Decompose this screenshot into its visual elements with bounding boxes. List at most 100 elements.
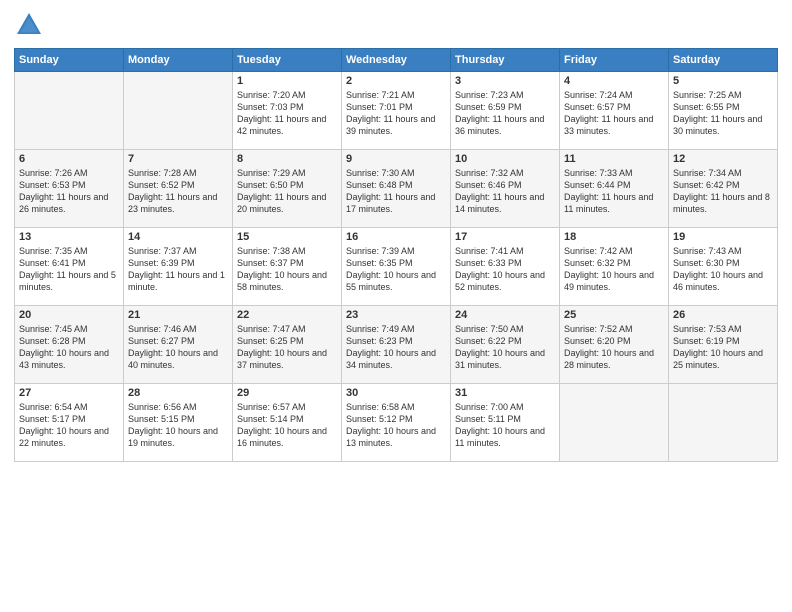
day-number: 18 (564, 231, 664, 243)
day-cell: 4 Sunrise: 7:24 AMSunset: 6:57 PMDaylight… (560, 72, 669, 150)
day-cell: 1 Sunrise: 7:20 AMSunset: 7:03 PMDaylight… (233, 72, 342, 150)
day-cell: 18Sunrise: 7:42 AMSunset: 6:32 PMDayligh… (560, 228, 669, 306)
week-row-2: 6 Sunrise: 7:26 AMSunset: 6:53 PMDaylight… (15, 150, 778, 228)
day-cell: 6 Sunrise: 7:26 AMSunset: 6:53 PMDaylight… (15, 150, 124, 228)
day-cell: 29Sunrise: 6:57 AMSunset: 5:14 PMDayligh… (233, 384, 342, 462)
logo (14, 10, 48, 40)
day-number: 20 (19, 309, 119, 321)
logo-icon (14, 10, 44, 40)
day-number: 5 (673, 75, 773, 87)
day-info: Sunrise: 7:37 AMSunset: 6:39 PMDaylight:… (128, 245, 228, 294)
day-number: 2 (346, 75, 446, 87)
day-number: 31 (455, 387, 555, 399)
day-cell: 22 Sunrise: 7:47 AMSunset: 6:25 PMDayligh… (233, 306, 342, 384)
day-number: 10 (455, 153, 555, 165)
day-info: Sunrise: 7:00 AMSunset: 5:11 PMDaylight:… (455, 401, 555, 450)
day-cell: 24Sunrise: 7:50 AMSunset: 6:22 PMDayligh… (451, 306, 560, 384)
day-info: Sunrise: 6:58 AMSunset: 5:12 PMDaylight:… (346, 401, 446, 450)
day-info: Sunrise: 7:30 AMSunset: 6:48 PMDaylight:… (346, 167, 446, 216)
day-number: 23 (346, 309, 446, 321)
day-cell: 3Sunrise: 7:23 AMSunset: 6:59 PMDaylight… (451, 72, 560, 150)
day-number: 11 (564, 153, 664, 165)
day-cell: 20 Sunrise: 7:45 AMSunset: 6:28 PMDayligh… (15, 306, 124, 384)
header (14, 10, 778, 40)
day-cell (669, 384, 778, 462)
col-header-sunday: Sunday (15, 49, 124, 72)
day-number: 14 (128, 231, 228, 243)
day-cell: 17 Sunrise: 7:41 AMSunset: 6:33 PMDayligh… (451, 228, 560, 306)
day-cell: 14 Sunrise: 7:37 AMSunset: 6:39 PMDayligh… (124, 228, 233, 306)
day-number: 28 (128, 387, 228, 399)
day-info: Sunrise: 7:32 AMSunset: 6:46 PMDaylight:… (455, 167, 555, 216)
day-cell: 12 Sunrise: 7:34 AMSunset: 6:42 PMDayligh… (669, 150, 778, 228)
day-number: 27 (19, 387, 119, 399)
day-cell: 10 Sunrise: 7:32 AMSunset: 6:46 PMDayligh… (451, 150, 560, 228)
day-info: Sunrise: 7:53 AMSunset: 6:19 PMDaylight:… (673, 323, 773, 372)
day-info: Sunrise: 7:43 AMSunset: 6:30 PMDaylight:… (673, 245, 773, 294)
day-cell (124, 72, 233, 150)
day-number: 13 (19, 231, 119, 243)
day-number: 7 (128, 153, 228, 165)
day-info: Sunrise: 6:54 AMSunset: 5:17 PMDaylight:… (19, 401, 119, 450)
week-row-5: 27 Sunrise: 6:54 AMSunset: 5:17 PMDayligh… (15, 384, 778, 462)
day-cell (15, 72, 124, 150)
col-header-saturday: Saturday (669, 49, 778, 72)
day-info: Sunrise: 6:56 AMSunset: 5:15 PMDaylight:… (128, 401, 228, 450)
day-number: 3 (455, 75, 555, 87)
day-cell: 26 Sunrise: 7:53 AMSunset: 6:19 PMDayligh… (669, 306, 778, 384)
day-info: Sunrise: 7:39 AMSunset: 6:35 PMDaylight:… (346, 245, 446, 294)
day-cell: 16Sunrise: 7:39 AMSunset: 6:35 PMDayligh… (342, 228, 451, 306)
day-info: Sunrise: 7:33 AMSunset: 6:44 PMDaylight:… (564, 167, 664, 216)
day-number: 30 (346, 387, 446, 399)
day-cell: 7 Sunrise: 7:28 AMSunset: 6:52 PMDaylight… (124, 150, 233, 228)
day-info: Sunrise: 7:49 AMSunset: 6:23 PMDaylight:… (346, 323, 446, 372)
day-info: Sunrise: 7:46 AMSunset: 6:27 PMDaylight:… (128, 323, 228, 372)
day-number: 12 (673, 153, 773, 165)
col-header-thursday: Thursday (451, 49, 560, 72)
day-number: 22 (237, 309, 337, 321)
day-number: 9 (346, 153, 446, 165)
header-row: SundayMondayTuesdayWednesdayThursdayFrid… (15, 49, 778, 72)
day-info: Sunrise: 7:21 AMSunset: 7:01 PMDaylight:… (346, 89, 446, 138)
page: SundayMondayTuesdayWednesdayThursdayFrid… (0, 0, 792, 612)
day-number: 26 (673, 309, 773, 321)
day-number: 21 (128, 309, 228, 321)
day-cell: 30 Sunrise: 6:58 AMSunset: 5:12 PMDayligh… (342, 384, 451, 462)
day-number: 17 (455, 231, 555, 243)
day-info: Sunrise: 7:25 AMSunset: 6:55 PMDaylight:… (673, 89, 773, 138)
day-info: Sunrise: 7:52 AMSunset: 6:20 PMDaylight:… (564, 323, 664, 372)
day-cell: 8Sunrise: 7:29 AMSunset: 6:50 PMDaylight… (233, 150, 342, 228)
day-info: Sunrise: 7:38 AMSunset: 6:37 PMDaylight:… (237, 245, 337, 294)
calendar-table: SundayMondayTuesdayWednesdayThursdayFrid… (14, 48, 778, 462)
day-number: 8 (237, 153, 337, 165)
day-info: Sunrise: 7:26 AMSunset: 6:53 PMDaylight:… (19, 167, 119, 216)
day-info: Sunrise: 7:47 AMSunset: 6:25 PMDaylight:… (237, 323, 337, 372)
day-cell: 5 Sunrise: 7:25 AMSunset: 6:55 PMDaylight… (669, 72, 778, 150)
day-cell: 21 Sunrise: 7:46 AMSunset: 6:27 PMDayligh… (124, 306, 233, 384)
day-number: 29 (237, 387, 337, 399)
day-info: Sunrise: 7:20 AMSunset: 7:03 PMDaylight:… (237, 89, 337, 138)
day-cell: 31 Sunrise: 7:00 AMSunset: 5:11 PMDayligh… (451, 384, 560, 462)
col-header-friday: Friday (560, 49, 669, 72)
col-header-monday: Monday (124, 49, 233, 72)
day-number: 4 (564, 75, 664, 87)
day-number: 24 (455, 309, 555, 321)
day-info: Sunrise: 7:34 AMSunset: 6:42 PMDaylight:… (673, 167, 773, 216)
day-info: Sunrise: 7:45 AMSunset: 6:28 PMDaylight:… (19, 323, 119, 372)
day-cell: 28 Sunrise: 6:56 AMSunset: 5:15 PMDayligh… (124, 384, 233, 462)
day-cell: 11 Sunrise: 7:33 AMSunset: 6:44 PMDayligh… (560, 150, 669, 228)
day-number: 19 (673, 231, 773, 243)
day-cell: 2 Sunrise: 7:21 AMSunset: 7:01 PMDaylight… (342, 72, 451, 150)
day-cell (560, 384, 669, 462)
day-info: Sunrise: 7:28 AMSunset: 6:52 PMDaylight:… (128, 167, 228, 216)
day-number: 6 (19, 153, 119, 165)
day-cell: 27 Sunrise: 6:54 AMSunset: 5:17 PMDayligh… (15, 384, 124, 462)
day-info: Sunrise: 7:41 AMSunset: 6:33 PMDaylight:… (455, 245, 555, 294)
day-number: 25 (564, 309, 664, 321)
day-info: Sunrise: 7:24 AMSunset: 6:57 PMDaylight:… (564, 89, 664, 138)
day-cell: 9 Sunrise: 7:30 AMSunset: 6:48 PMDaylight… (342, 150, 451, 228)
day-info: Sunrise: 7:35 AMSunset: 6:41 PMDaylight:… (19, 245, 119, 294)
day-number: 15 (237, 231, 337, 243)
week-row-3: 13 Sunrise: 7:35 AMSunset: 6:41 PMDayligh… (15, 228, 778, 306)
day-number: 1 (237, 75, 337, 87)
